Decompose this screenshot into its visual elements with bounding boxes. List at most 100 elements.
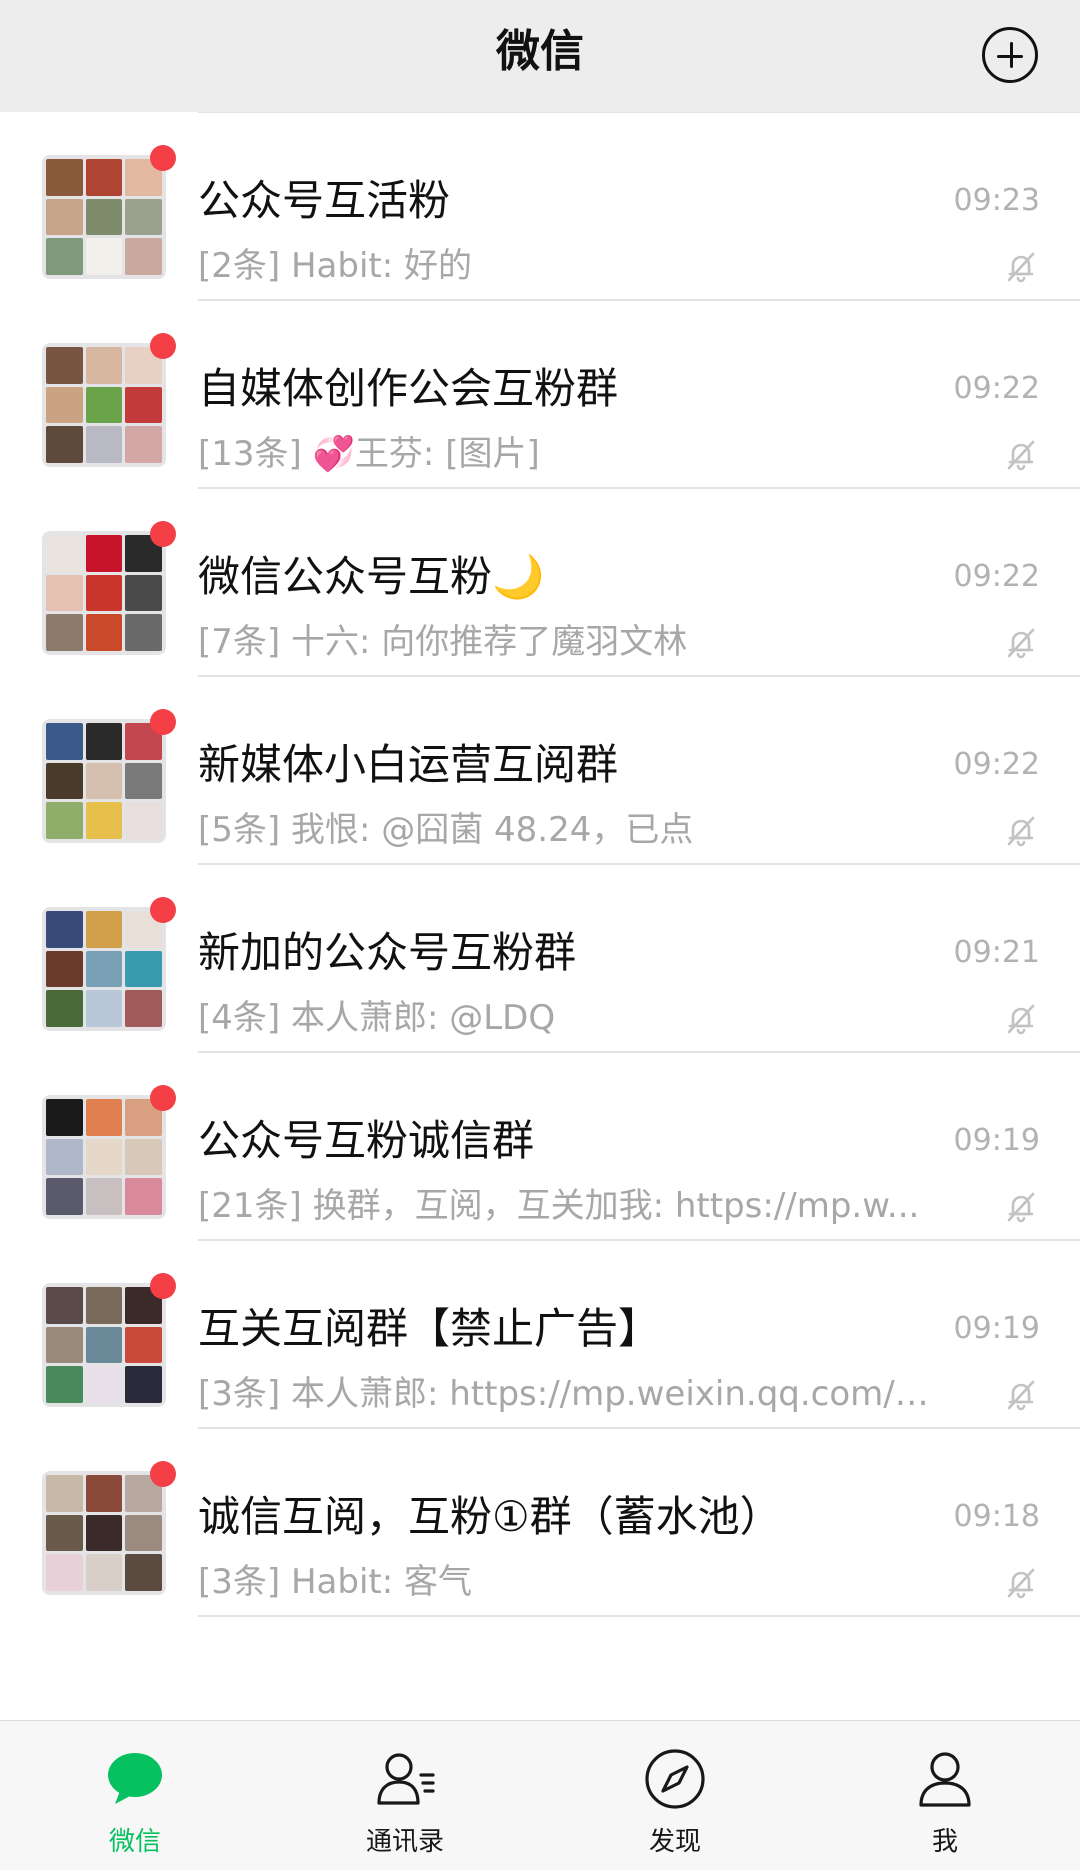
unread-badge xyxy=(150,897,176,923)
avatar-tile xyxy=(46,1366,83,1403)
chat-item[interactable]: 公众号互粉诚信群 09:19 [21条] 换群，互阅，互关加我: https://m… xyxy=(0,1053,1080,1241)
avatar-tile xyxy=(125,950,162,988)
group-avatar[interactable] xyxy=(42,1095,166,1219)
avatar-tile xyxy=(46,1514,83,1552)
avatar-tile xyxy=(125,1326,162,1364)
unread-badge xyxy=(150,145,176,171)
avatar-tile xyxy=(46,1287,83,1324)
avatar-tile xyxy=(46,614,83,651)
group-avatar[interactable] xyxy=(42,155,166,279)
chat-preview: [13条] 💞王芬: [图片] xyxy=(198,434,540,474)
contacts-icon xyxy=(377,1753,435,1805)
avatar-tile xyxy=(125,426,162,463)
chat-name: 公众号互活粉 xyxy=(198,176,451,225)
group-avatar[interactable] xyxy=(42,907,166,1031)
avatar-tile xyxy=(46,1475,83,1512)
chat-time: 09:19 xyxy=(953,1123,1040,1158)
avatar-tile xyxy=(125,1554,162,1591)
tab-bar: 微信 通讯录 发现 我 xyxy=(0,1720,1080,1870)
avatar-tile xyxy=(46,1138,83,1176)
chat-list: [27条] 木子: @Mr.张 谢谢公众号互活粉09:23[2条] Habit:… xyxy=(0,0,1080,1617)
avatar-tile xyxy=(85,802,123,839)
avatar-tile xyxy=(85,1554,123,1591)
page-title: 微信 xyxy=(496,26,584,77)
chat-name: 新媒体小白运营互阅群 xyxy=(198,740,619,789)
avatar-tile xyxy=(125,1366,162,1403)
chat-name: 新加的公众号互粉群 xyxy=(198,928,577,977)
avatar-tile xyxy=(46,723,83,760)
avatar-tile xyxy=(46,762,83,800)
avatar-tile xyxy=(46,1554,83,1591)
avatar-tile xyxy=(85,1099,123,1136)
avatar-tile xyxy=(85,1366,123,1403)
avatar-tile xyxy=(85,990,123,1027)
avatar-tile xyxy=(85,238,123,275)
top-bar: 微信 xyxy=(0,0,1080,112)
unread-badge xyxy=(150,709,176,735)
chat-item[interactable]: 公众号互活粉 09:23 [2条] Habit: 好的 xyxy=(0,113,1080,301)
avatar-tile xyxy=(85,1138,123,1176)
avatar-tile xyxy=(125,762,162,800)
tab-label: 发现 xyxy=(648,1827,701,1857)
chat-time: 09:22 xyxy=(953,559,1040,594)
chat-item[interactable]: 新媒体小白运营互阅群 09:22 [5条] 我恨: @囧菌 48.24，已点 xyxy=(0,677,1080,865)
chat-item[interactable]: 微信公众号互粉🌙 09:22 [7条] 十六: 向你推荐了魔羽文林 xyxy=(0,489,1080,677)
unread-badge xyxy=(150,1273,176,1299)
chat-item[interactable]: 诚信互阅，互粉①群（蓄水池） 09:18 [3条] Habit: 客气 xyxy=(0,1429,1080,1617)
group-avatar[interactable] xyxy=(42,719,166,843)
chat-preview: [7条] 十六: 向你推荐了魔羽文林 xyxy=(198,622,688,662)
mute-bell-icon xyxy=(1004,1002,1038,1036)
avatar-tile xyxy=(85,535,123,572)
avatar-tile xyxy=(85,1287,123,1324)
avatar-tile xyxy=(46,911,83,948)
chat-preview: [3条] Habit: 客气 xyxy=(198,1562,472,1602)
tab-contacts[interactable]: 通讯录 xyxy=(270,1721,540,1870)
avatar-tile xyxy=(85,1514,123,1552)
avatar-tile xyxy=(46,426,83,463)
unread-badge xyxy=(150,1085,176,1111)
avatar-tile xyxy=(85,426,123,463)
avatar-tile xyxy=(85,614,123,651)
chat-time: 09:22 xyxy=(953,371,1040,406)
avatar-tile xyxy=(125,386,162,424)
tab-chats[interactable]: 微信 xyxy=(0,1721,270,1870)
unread-badge xyxy=(150,1461,176,1487)
chat-item[interactable]: 自媒体创作公会互粉群 09:22 [13条] 💞王芬: [图片] xyxy=(0,301,1080,489)
chat-name: 互关互阅群【禁止广告】 xyxy=(198,1304,661,1353)
avatar-tile xyxy=(85,723,123,760)
tab-discover[interactable]: 发现 xyxy=(540,1721,810,1870)
unread-badge xyxy=(150,521,176,547)
avatar-tile xyxy=(46,574,83,612)
chat-time: 09:23 xyxy=(953,183,1040,218)
avatar-tile xyxy=(46,1326,83,1364)
avatar-tile xyxy=(46,950,83,988)
avatar-tile xyxy=(125,1138,162,1176)
avatar-tile xyxy=(46,238,83,275)
chat-item[interactable]: 新加的公众号互粉群 09:21 [4条] 本人萧郎: @LDQ xyxy=(0,865,1080,1053)
avatar-tile xyxy=(85,159,123,196)
group-avatar[interactable] xyxy=(42,1471,166,1595)
mute-bell-icon xyxy=(1004,1378,1038,1412)
group-avatar[interactable] xyxy=(42,531,166,655)
chat-name: 公众号互粉诚信群 xyxy=(198,1116,535,1165)
chat-item[interactable]: 互关互阅群【禁止广告】 09:19 [3条] 本人萧郎: https://mp.we… xyxy=(0,1241,1080,1429)
avatar-tile xyxy=(46,347,83,384)
avatar-tile xyxy=(125,238,162,275)
avatar-tile xyxy=(125,198,162,236)
add-icon[interactable] xyxy=(982,27,1038,83)
unread-badge xyxy=(150,333,176,359)
group-avatar[interactable] xyxy=(42,343,166,467)
chat-time: 09:22 xyxy=(953,747,1040,782)
chat-preview: [21条] 换群，互阅，互关加我: https://mp.w... xyxy=(198,1186,920,1226)
chat-time: 09:18 xyxy=(953,1499,1040,1534)
avatar-tile xyxy=(85,347,123,384)
chat-preview: [2条] Habit: 好的 xyxy=(198,246,472,286)
tab-me[interactable]: 我 xyxy=(810,1721,1080,1870)
avatar-tile xyxy=(85,198,123,236)
chat-time: 09:21 xyxy=(953,935,1040,970)
group-avatar[interactable] xyxy=(42,1283,166,1407)
mute-bell-icon xyxy=(1004,1566,1038,1600)
mute-bell-icon xyxy=(1004,438,1038,472)
avatar-tile xyxy=(85,911,123,948)
avatar-tile xyxy=(85,386,123,424)
